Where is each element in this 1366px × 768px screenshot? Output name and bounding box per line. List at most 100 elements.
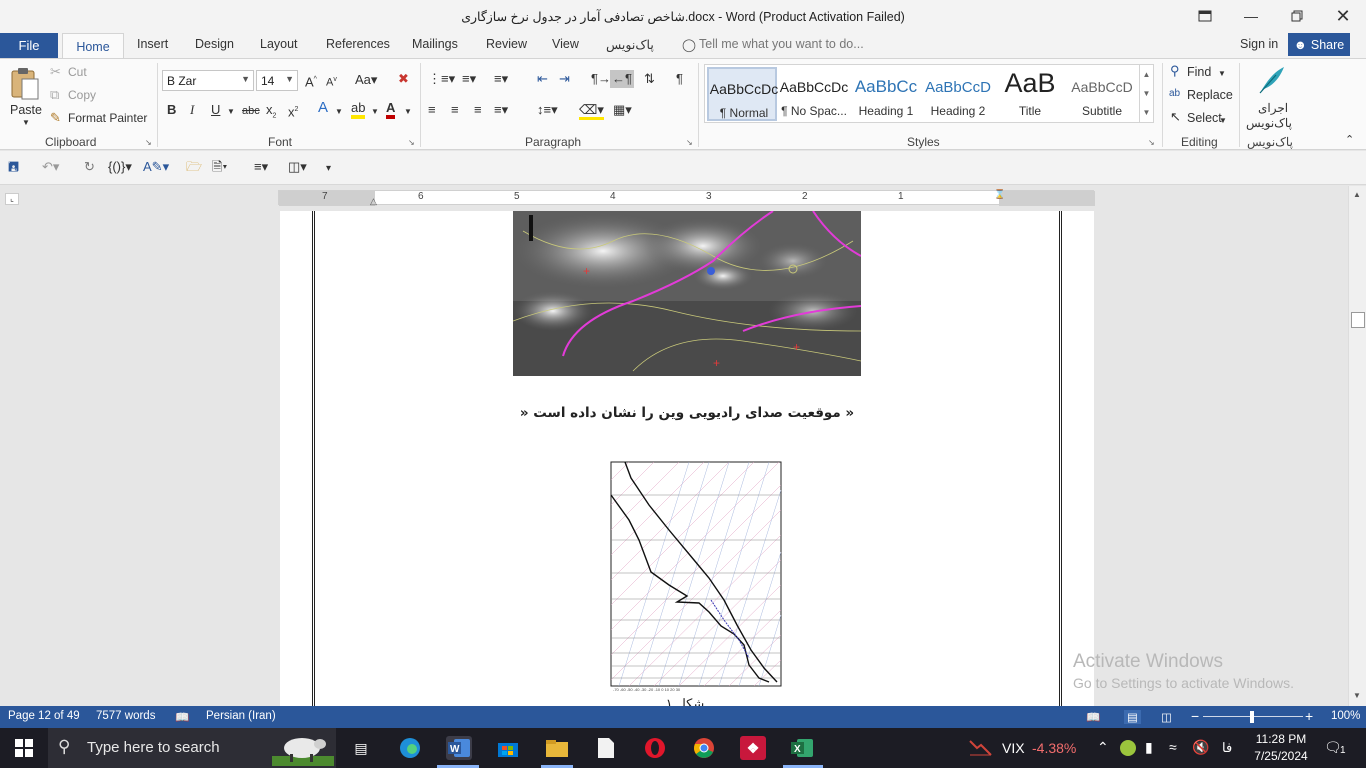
tab-home[interactable]: Home bbox=[62, 33, 124, 59]
copy-button[interactable]: Copy bbox=[68, 88, 96, 102]
paste-button[interactable]: Paste ▼ bbox=[6, 63, 44, 129]
chevron-up-icon[interactable]: ⌃ bbox=[1097, 739, 1109, 756]
line-break-icon[interactable]: ≡▾ bbox=[254, 160, 268, 174]
redo-icon[interactable]: ↻ bbox=[84, 160, 95, 174]
left-indent-marker[interactable]: △ bbox=[370, 196, 377, 207]
undo-icon[interactable]: ↶▾ bbox=[42, 160, 59, 174]
tab-insert[interactable]: Insert bbox=[137, 37, 168, 51]
borders-icon[interactable]: ▦▾ bbox=[613, 103, 632, 117]
shading-icon[interactable]: ⌫▾ bbox=[579, 103, 604, 120]
skew-t-diagram-image[interactable]: 250300 -70 -60 -50 -40 -30 -20 -10 0 10 … bbox=[609, 460, 783, 692]
font-name-box[interactable]: B Zar ▼ bbox=[162, 70, 254, 91]
font-launcher-icon[interactable]: ↘ bbox=[408, 136, 415, 150]
right-indent-marker[interactable]: ⌛ bbox=[994, 189, 1005, 200]
sign-in-link[interactable]: Sign in bbox=[1240, 37, 1278, 51]
volume-mute-icon[interactable]: 🔇 bbox=[1192, 739, 1209, 756]
chrome-icon[interactable] bbox=[691, 736, 717, 760]
highlight-icon[interactable]: ab bbox=[351, 101, 366, 119]
tab-design[interactable]: Design bbox=[195, 37, 234, 51]
zoom-level[interactable]: 100% bbox=[1331, 710, 1360, 722]
print-layout-icon[interactable]: 🗎▾ bbox=[212, 160, 227, 174]
chevron-up-icon[interactable]: ▲ bbox=[1140, 65, 1153, 84]
vertical-scrollbar[interactable]: ▲ ▼ bbox=[1348, 186, 1366, 706]
show-marks-icon[interactable]: ¶ bbox=[676, 72, 683, 86]
clear-formatting-icon[interactable]: ✖ bbox=[398, 72, 409, 86]
vix-label[interactable]: VIX bbox=[1002, 740, 1025, 756]
input-language[interactable]: فا bbox=[1222, 740, 1232, 756]
numbering-icon[interactable]: ≡▾ bbox=[462, 72, 476, 86]
tab-layout[interactable]: Layout bbox=[260, 37, 298, 51]
style-no-spacing[interactable]: AaBbCcDc ¶ No Spac... bbox=[779, 67, 849, 121]
chevron-down-icon[interactable]: ▼ bbox=[335, 105, 343, 119]
style-subtitle[interactable]: AaBbCcD Subtitle bbox=[1067, 67, 1137, 121]
more-styles-icon[interactable]: ▼ bbox=[1140, 103, 1153, 122]
increase-indent-icon[interactable]: ⇥ bbox=[559, 72, 570, 86]
page-break-icon[interactable]: ◫▾ bbox=[288, 160, 307, 174]
tell-me-search[interactable]: Tell me what you want to do... bbox=[699, 37, 864, 51]
scroll-thumb[interactable] bbox=[1351, 312, 1365, 328]
task-view-icon[interactable]: ▤ bbox=[348, 736, 374, 760]
find-button[interactable]: Find bbox=[1187, 65, 1211, 79]
styles-launcher-icon[interactable]: ↘ bbox=[1148, 136, 1155, 150]
tray-app-icon[interactable] bbox=[1120, 740, 1136, 756]
store-icon[interactable] bbox=[495, 736, 521, 760]
text-effects-icon[interactable]: A bbox=[318, 100, 328, 115]
open-folder-icon[interactable]: 🗁 bbox=[186, 160, 202, 174]
ltr-direction-icon[interactable]: ¶→ bbox=[591, 72, 611, 86]
edge-icon[interactable] bbox=[397, 736, 423, 760]
grow-font-icon[interactable]: A^ bbox=[305, 73, 317, 89]
justify-icon[interactable]: ≡▾ bbox=[494, 103, 508, 117]
web-layout-icon[interactable]: ◫ bbox=[1161, 710, 1172, 724]
format-painter-button[interactable]: Format Painter bbox=[68, 111, 147, 125]
font-color-icon[interactable]: A bbox=[386, 101, 396, 119]
tab-paknevis[interactable]: پاک‌نویس bbox=[606, 37, 654, 52]
chevron-down-icon[interactable]: ▼ bbox=[1218, 67, 1226, 81]
taskbar-search-box[interactable]: ⚲ Type here to search bbox=[48, 728, 336, 768]
chevron-down-icon[interactable]: ▼ bbox=[1140, 84, 1153, 103]
paste-dropdown-icon[interactable]: ▼ bbox=[22, 118, 30, 127]
chevron-down-icon[interactable]: ▼ bbox=[371, 105, 379, 119]
tab-selector-icon[interactable]: ⌞ bbox=[5, 193, 19, 205]
style-normal[interactable]: AaBbCcDc ¶ Normal bbox=[707, 67, 778, 121]
word-app-icon[interactable]: W bbox=[446, 736, 472, 760]
style-heading-1[interactable]: AaBbCc Heading 1 bbox=[851, 67, 921, 121]
tab-view[interactable]: View bbox=[552, 37, 579, 51]
styles-scroll[interactable]: ▲ ▼ ▼ bbox=[1139, 65, 1153, 122]
print-layout-view-icon[interactable]: ▤ bbox=[1124, 710, 1141, 724]
bold-button[interactable]: B bbox=[167, 103, 176, 117]
tab-review[interactable]: Review bbox=[486, 37, 527, 51]
satellite-image[interactable]: + + + bbox=[513, 211, 861, 376]
replace-button[interactable]: Replace bbox=[1187, 88, 1233, 102]
excel-icon[interactable]: X bbox=[789, 736, 815, 760]
tab-file[interactable]: File bbox=[0, 33, 58, 58]
select-button[interactable]: Select bbox=[1187, 111, 1222, 125]
style-title[interactable]: AaB Title bbox=[995, 67, 1065, 121]
equation-icon[interactable]: {()}▾ bbox=[108, 160, 132, 174]
minimize-button[interactable]: — bbox=[1228, 0, 1274, 32]
page-count[interactable]: Page 12 of 49 bbox=[8, 710, 80, 722]
line-spacing-icon[interactable]: ↕≡▾ bbox=[537, 103, 558, 117]
file-explorer-icon[interactable] bbox=[544, 736, 570, 760]
language-indicator[interactable]: Persian (Iran) bbox=[206, 710, 276, 722]
clipboard-launcher-icon[interactable]: ↘ bbox=[145, 136, 152, 150]
styles-pane-icon[interactable]: A✎▾ bbox=[143, 160, 169, 174]
windows-start-icon[interactable] bbox=[11, 736, 37, 760]
ribbon-display-options-icon[interactable] bbox=[1182, 0, 1228, 32]
proofing-icon[interactable]: 📖 bbox=[175, 710, 189, 724]
tab-references[interactable]: References bbox=[326, 37, 390, 51]
read-mode-icon[interactable]: 📖 bbox=[1086, 710, 1100, 724]
superscript-icon[interactable]: x2 bbox=[288, 103, 298, 119]
stock-chart-icon[interactable] bbox=[968, 736, 994, 760]
word-count[interactable]: 7577 words bbox=[96, 710, 155, 722]
horizontal-ruler[interactable]: 7 6 5 4 3 2 1 △ ⌛ bbox=[278, 189, 1095, 207]
vix-change[interactable]: -4.38% bbox=[1032, 740, 1076, 756]
bullets-icon[interactable]: ⋮≡▾ bbox=[428, 72, 455, 86]
share-button[interactable]: ☻ Share bbox=[1288, 33, 1350, 56]
restore-button[interactable] bbox=[1274, 0, 1320, 32]
zoom-slider-thumb[interactable] bbox=[1250, 711, 1254, 723]
zoom-in-icon[interactable]: + bbox=[1305, 708, 1313, 724]
sort-icon[interactable]: ⇅ bbox=[644, 72, 655, 86]
italic-button[interactable]: I bbox=[190, 103, 194, 117]
save-icon[interactable]: 🖪 bbox=[8, 160, 19, 174]
tab-mailings[interactable]: Mailings bbox=[412, 37, 458, 51]
